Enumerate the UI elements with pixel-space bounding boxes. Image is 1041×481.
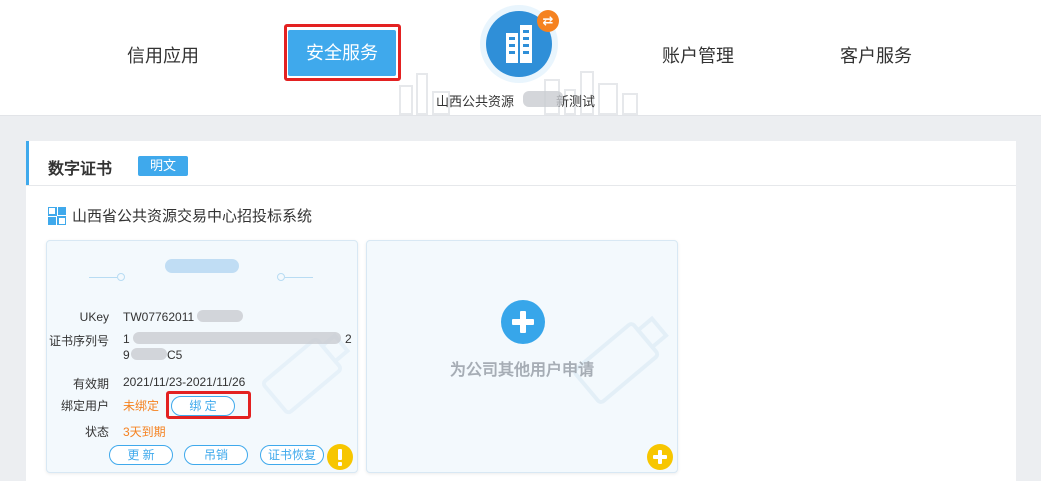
apply-card[interactable]: 为公司其他用户申请 bbox=[366, 240, 678, 473]
serial-line2-start: 9 bbox=[123, 348, 130, 362]
serial-line1-end: 2 bbox=[345, 332, 352, 346]
bind-user-value: 未绑定 bbox=[123, 399, 160, 413]
grid-icon bbox=[48, 207, 66, 225]
divider bbox=[285, 277, 313, 278]
bind-user-label: 绑定用户 bbox=[60, 399, 109, 413]
certificate-panel: 数字证书 明文 山西省公共资源交易中心招投标系统 UKey TW07762011… bbox=[26, 141, 1016, 481]
highlight-box-security bbox=[284, 24, 401, 81]
nav-credit-apps[interactable]: 信用应用 bbox=[127, 42, 199, 68]
plaintext-tag[interactable]: 明文 bbox=[138, 156, 188, 176]
redacted-blur bbox=[523, 91, 563, 107]
top-nav: 信用应用 安全服务 账户管理 客户服务 ⇄ 山西公共资源 新测试 bbox=[0, 0, 1041, 116]
add-badge-icon bbox=[647, 444, 673, 470]
warning-badge-icon bbox=[327, 444, 353, 470]
divider-dot bbox=[117, 273, 125, 281]
header-accent-bar bbox=[26, 141, 29, 185]
serial-label: 证书序列号 bbox=[48, 334, 109, 348]
redacted-blur bbox=[197, 310, 243, 322]
restore-cert-button[interactable]: 证书恢复 bbox=[260, 445, 324, 465]
highlight-box-bind bbox=[166, 391, 251, 419]
renew-button[interactable]: 更 新 bbox=[109, 445, 173, 465]
serial-line2-end: C5 bbox=[167, 348, 183, 362]
status-label: 状态 bbox=[84, 425, 109, 439]
switch-icon[interactable]: ⇄ bbox=[537, 10, 559, 32]
certificate-card: UKey TW07762011 证书序列号 1 2 9 C5 有效期 2021/… bbox=[46, 240, 358, 473]
redacted-blur bbox=[131, 348, 167, 360]
section-title: 山西省公共资源交易中心招投标系统 bbox=[72, 208, 313, 225]
status-value: 3天到期 bbox=[123, 425, 166, 439]
ukey-value: TW07762011 bbox=[123, 310, 195, 324]
divider-dot bbox=[277, 273, 285, 281]
system-name: 山西公共资源 新测试 bbox=[436, 94, 596, 109]
redacted-blur bbox=[165, 259, 239, 273]
ukey-label: UKey bbox=[79, 310, 109, 324]
validity-label: 有效期 bbox=[72, 377, 109, 391]
panel-header: 数字证书 明文 bbox=[26, 141, 1016, 186]
add-icon[interactable] bbox=[501, 300, 545, 344]
apply-for-other-user-label[interactable]: 为公司其他用户申请 bbox=[367, 356, 677, 380]
validity-value: 2021/11/23-2021/11/26 bbox=[123, 375, 246, 389]
redacted-blur bbox=[133, 332, 341, 344]
revoke-button[interactable]: 吊销 bbox=[184, 445, 248, 465]
serial-line1-start: 1 bbox=[123, 332, 130, 346]
nav-customer-service[interactable]: 客户服务 bbox=[840, 42, 912, 68]
panel-title: 数字证书 bbox=[48, 161, 113, 178]
nav-account-management[interactable]: 账户管理 bbox=[662, 42, 734, 68]
divider bbox=[89, 277, 117, 278]
